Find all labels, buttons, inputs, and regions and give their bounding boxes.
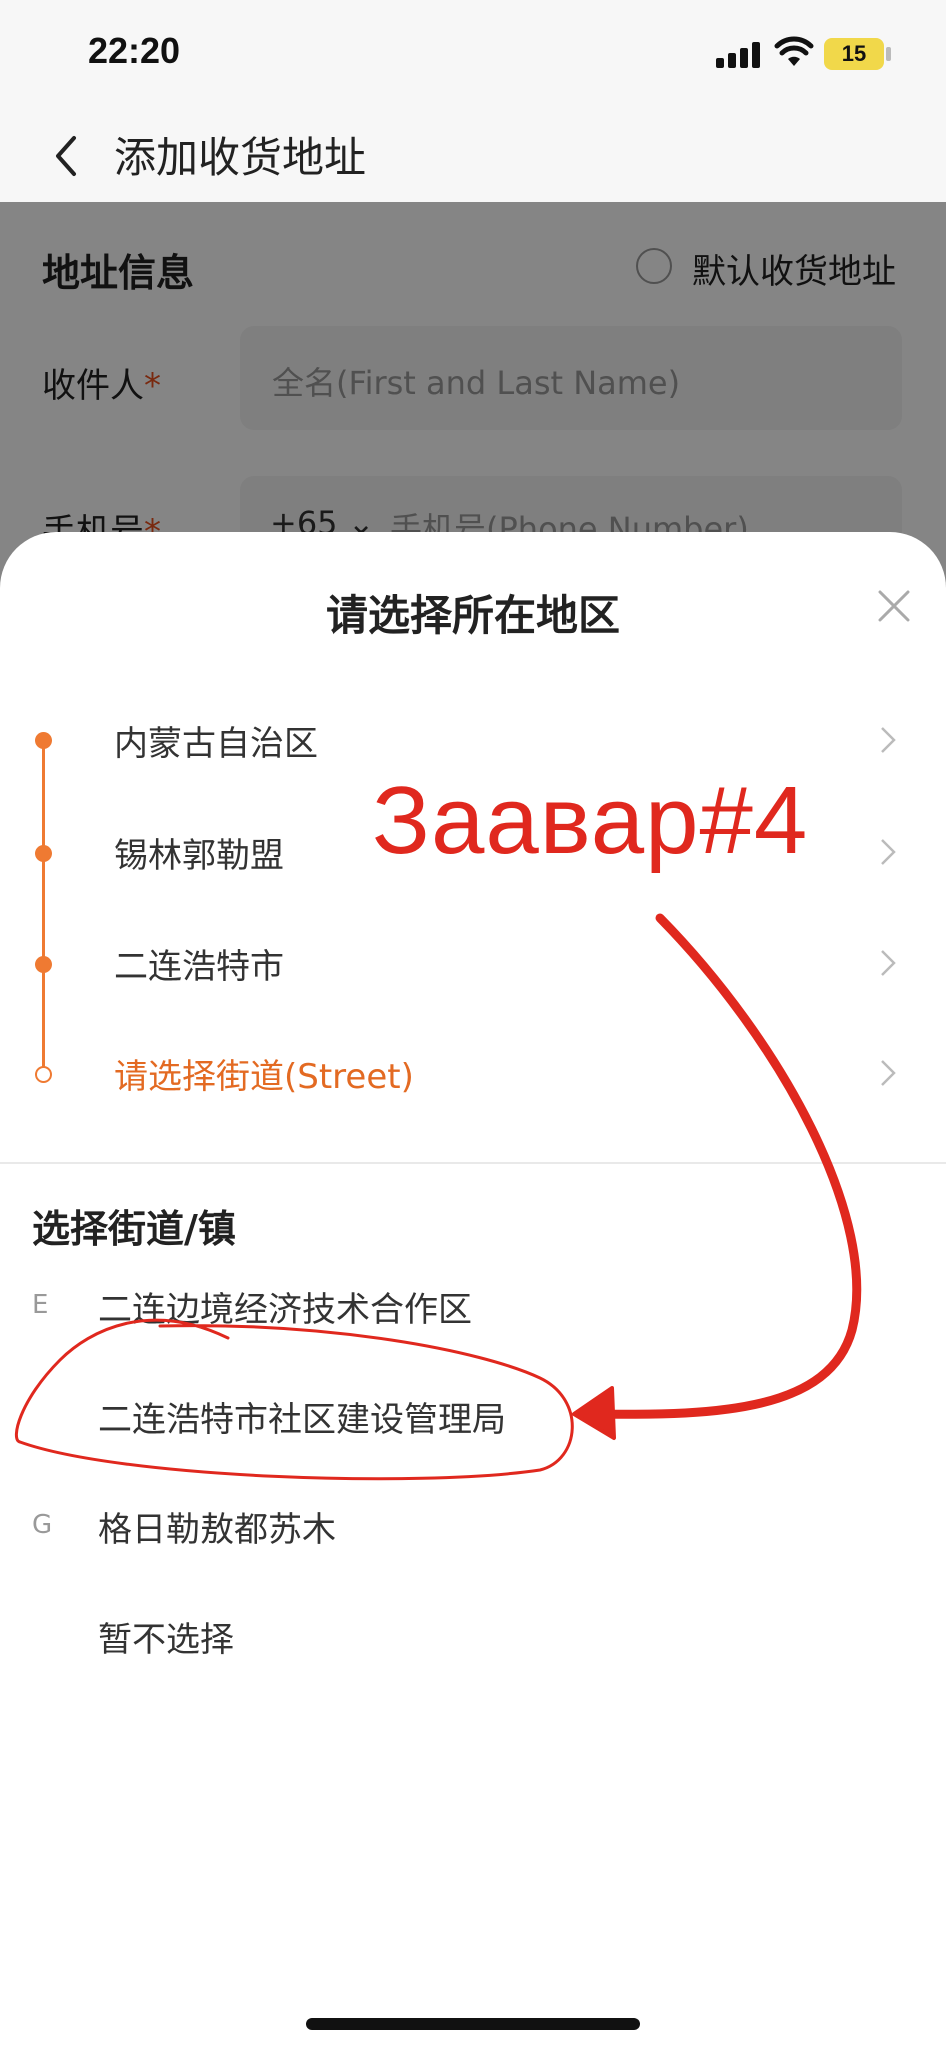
chevron-right-icon: [881, 839, 896, 865]
street-option[interactable]: 格日勒敖都苏木: [98, 1502, 336, 1551]
signal-icon: [716, 42, 762, 68]
step-street[interactable]: 请选择街道(Street): [0, 1033, 946, 1113]
page-title: 添加收货地址: [114, 133, 367, 182]
step-city[interactable]: 二连浩特市: [0, 923, 946, 1003]
timeline-line: [42, 740, 45, 1080]
step-label: 内蒙古自治区: [114, 724, 318, 764]
battery-level: 15: [841, 41, 867, 66]
wifi-icon: [774, 36, 814, 66]
street-option[interactable]: 二连浩特市社区建设管理局: [98, 1392, 506, 1441]
step-label-active: 请选择街道(Street): [114, 1057, 414, 1097]
index-letter: G: [32, 1510, 53, 1540]
back-icon[interactable]: [46, 128, 86, 184]
street-option[interactable]: 二连边境经济技术合作区: [98, 1282, 472, 1331]
region-picker-sheet: 请选择所在地区 内蒙古自治区 锡林郭勒盟 二连浩特市 请选择街道(Street)…: [0, 532, 946, 2048]
step-label: 锡林郭勒盟: [114, 836, 284, 876]
step-league[interactable]: 锡林郭勒盟: [0, 812, 946, 892]
home-indicator[interactable]: [306, 2018, 640, 2030]
list-title: 选择街道/镇: [32, 1207, 236, 1251]
close-icon[interactable]: [876, 588, 912, 624]
chevron-right-icon: [881, 727, 896, 753]
status-bar: 22:20 15: [0, 0, 946, 110]
battery-icon: 15: [824, 38, 884, 70]
street-option[interactable]: 暂不选择: [98, 1612, 234, 1661]
chevron-right-icon: [881, 1060, 896, 1086]
status-time: 22:20: [88, 30, 181, 71]
nav-header: 添加收货地址: [0, 110, 946, 202]
step-province[interactable]: 内蒙古自治区: [0, 700, 946, 780]
sheet-title: 请选择所在地区: [325, 591, 620, 640]
step-label: 二连浩特市: [114, 947, 284, 987]
chevron-right-icon: [881, 950, 896, 976]
battery-cap: [886, 47, 891, 61]
index-letter: E: [32, 1290, 49, 1320]
divider: [0, 1162, 946, 1164]
